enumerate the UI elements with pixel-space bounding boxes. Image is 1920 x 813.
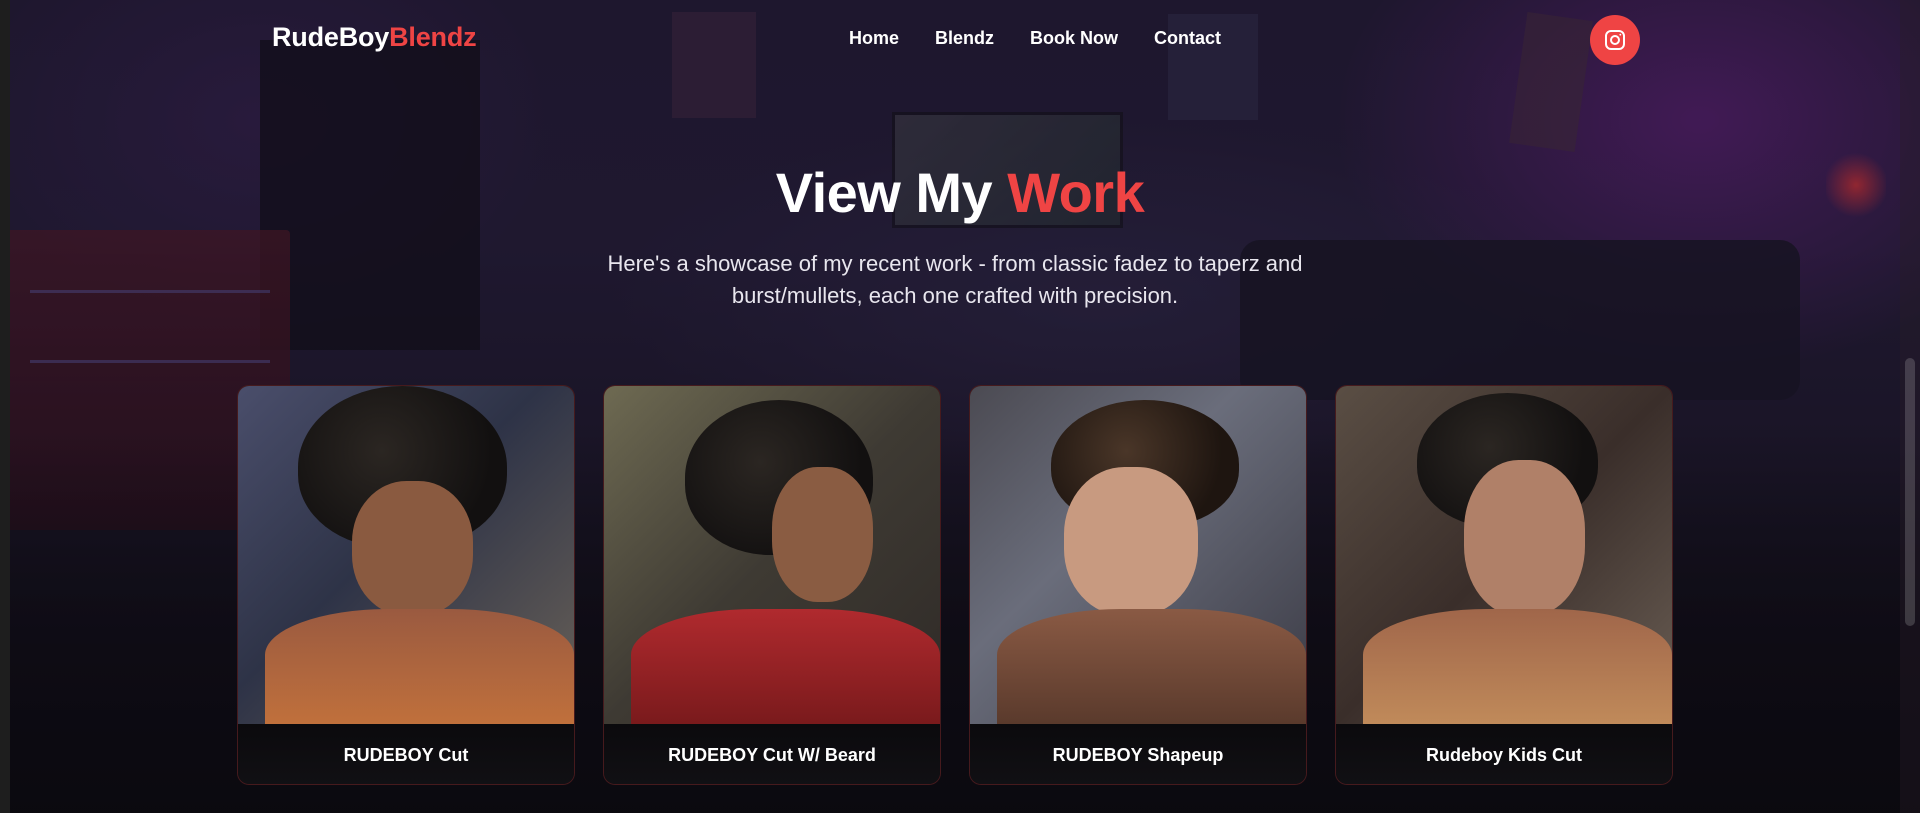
nav-contact[interactable]: Contact [1154,28,1221,49]
photo-cape [1362,609,1672,724]
gallery-card[interactable]: RUDEBOY Shapeup [969,385,1307,785]
haircut-photo [238,386,574,724]
nav-home[interactable]: Home [849,28,899,49]
haircut-photo [604,386,940,724]
haircut-photo [970,386,1306,724]
haircut-photo [1336,386,1672,724]
card-caption: RUDEBOY Cut W/ Beard [604,724,940,784]
page: RudeBoyBlendz Home Blendz Book Now Conta… [0,0,1920,813]
brand-logo[interactable]: RudeBoyBlendz [272,22,477,53]
photo-face [1463,460,1585,616]
photo-face [352,480,474,616]
photo-face [1064,467,1199,616]
page-title: View My Work [0,160,1920,225]
nav-book-now[interactable]: Book Now [1030,28,1118,49]
site-header: RudeBoyBlendz Home Blendz Book Now Conta… [0,0,1920,80]
window-edge [0,0,10,813]
gallery-card[interactable]: RUDEBOY Cut W/ Beard [603,385,941,785]
instagram-icon [1605,30,1625,50]
card-caption: RUDEBOY Shapeup [970,724,1306,784]
nav-blendz[interactable]: Blendz [935,28,994,49]
main-nav: Home Blendz Book Now Contact [849,28,1221,49]
photo-cape [996,609,1306,724]
photo-face [772,467,873,603]
instagram-button[interactable] [1590,15,1640,65]
work-gallery: RUDEBOY Cut RUDEBOY Cut W/ Beard RUDEBOY… [237,385,1673,785]
scrollbar-thumb[interactable] [1905,358,1915,626]
photo-cape [264,609,574,724]
photo-cape [630,609,940,724]
title-text: View My [775,161,993,224]
page-subtitle: Here's a showcase of my recent work - fr… [607,251,1303,308]
gallery-card[interactable]: Rudeboy Kids Cut [1335,385,1673,785]
brand-name-primary: RudeBoy [272,22,390,52]
page-scrollbar[interactable] [1900,0,1920,813]
title-accent-text: Work [1007,161,1145,224]
card-caption: RUDEBOY Cut [238,724,574,784]
brand-name-accent: Blendz [389,22,477,52]
gallery-card[interactable]: RUDEBOY Cut [237,385,575,785]
card-caption: Rudeboy Kids Cut [1336,724,1672,784]
